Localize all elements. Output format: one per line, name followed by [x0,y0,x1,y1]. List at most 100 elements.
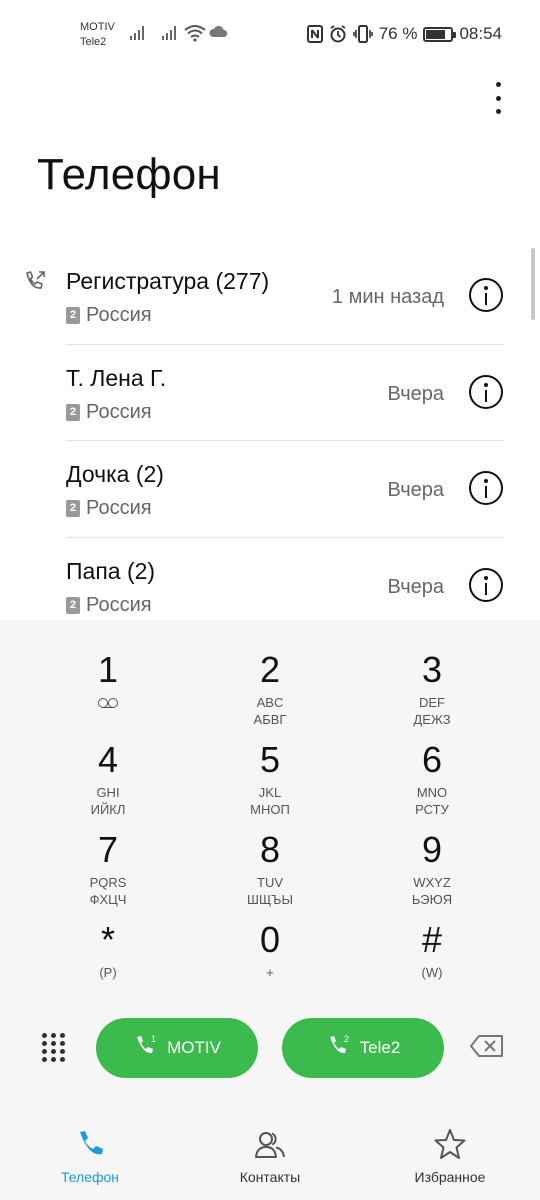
dialpad-key-1[interactable]: 1 [48,650,168,738]
more-options-icon[interactable] [486,80,510,116]
key-digit: 2 [259,649,281,690]
dialpad-key-4[interactable]: 4 GHI ИЙКЛ [48,740,168,828]
call-time: 1 мин назад [331,286,444,308]
dialpad-key-hash[interactable]: # (W) [372,920,492,1008]
dialpad-key-2[interactable]: 2 ABC АБВГ [210,650,330,738]
key-letters-cyrillic: ДЕЖЗ [413,712,451,727]
key-letters-latin: JKL [258,785,282,800]
voicemail-icon [98,698,118,708]
key-letters-latin: TUV [257,875,283,890]
signal-2-icon [162,26,176,40]
call-button-sim2-label: Tele2 [359,1038,401,1057]
call-sub-info: 2 Россия [66,594,152,617]
dialpad-key-9[interactable]: 9 WXYZ ЬЭЮЯ [372,830,492,918]
carrier-1: MOTIV [80,21,115,33]
cloud-icon [208,24,228,38]
dialpad-key-0[interactable]: 0 + [210,920,330,1008]
call-button-sim2[interactable]: 2 Tele2 [282,1018,444,1078]
dialpad-key-8[interactable]: 8 TUV ШЩЪЫ [210,830,330,918]
nav-label-phone: Телефон [60,1169,120,1185]
key-letters-cyrillic: ИЙКЛ [90,802,126,817]
dialpad-key-3[interactable]: 3 DEF ДЕЖЗ [372,650,492,738]
key-digit: 3 [421,649,443,690]
dialpad-toggle-icon[interactable] [40,1032,68,1064]
call-log-row[interactable]: Регистратура (277) 2 Россия 1 мин назад [0,248,540,345]
bottom-navigation: Телефон Контакты Избранное [0,1110,540,1200]
contacts-icon [254,1132,286,1164]
call-button-sim1[interactable]: 1 MOTIV [96,1018,258,1078]
carrier-names: MOTIV Tele2 [80,20,115,50]
key-letters-cyrillic: ШЩЪЫ [247,892,293,907]
key-digit: 4 [97,739,119,780]
info-icon[interactable] [469,374,503,409]
key-letters-latin: MNO [416,785,448,800]
key-digit: 6 [421,739,443,780]
dialpad-key-star[interactable]: * (P) [48,920,168,1008]
outgoing-call-icon [24,270,48,297]
key-digit: * [100,919,115,960]
key-digit: # [421,919,443,960]
carrier-2: Tele2 [80,36,107,48]
dialpad-key-7[interactable]: 7 PQRS ФХЦЧ [48,830,168,918]
dialpad-key-6[interactable]: 6 MNO РСТУ [372,740,492,828]
call-button-sim1-label: MOTIV [167,1038,221,1057]
key-letters-latin: GHI [96,785,120,800]
svg-text:2: 2 [344,1034,349,1044]
signal-1-icon [130,26,144,40]
call-time: Вчера [387,479,444,501]
key-letters-latin: + [266,965,274,980]
dialpad-key-5[interactable]: 5 JKL МНОП [210,740,330,828]
info-icon[interactable] [469,278,503,312]
call-time: Вчера [387,575,444,598]
call-log-list[interactable]: Регистратура (277) 2 Россия 1 мин назад Т. Л… [0,248,540,634]
sim-badge: 2 [66,596,80,614]
nav-label-contacts: Контакты [239,1169,301,1185]
call-location: Россия [86,400,152,423]
key-letters-latin: (P) [99,965,117,980]
svg-text:1: 1 [151,1034,156,1044]
status-bar: MOTIV Tele2 76 % 08:54 [0,0,540,70]
nav-tab-contacts[interactable]: Контакты [205,1128,335,1185]
call-sub-info: 2 Россия [66,401,152,424]
key-digit: 1 [97,649,119,690]
key-letters-cyrillic: АБВГ [253,712,287,727]
phone-sim2-icon: 2 [326,1034,352,1063]
info-icon[interactable] [469,567,503,602]
page-title: Телефон [37,150,221,199]
call-time: Вчера [387,382,444,405]
info-icon[interactable] [469,471,503,505]
key-digit: 7 [97,829,119,870]
contact-name: Дочка (2) [66,461,164,487]
key-digit: 0 [259,919,281,960]
star-icon [434,1129,466,1164]
scrollbar[interactable] [531,248,535,320]
alarm-icon [330,25,346,43]
sim-badge: 2 [66,500,80,517]
nav-tab-favorites[interactable]: Избранное [385,1128,515,1185]
nfc-icon [306,25,323,43]
phone-sim1-icon: 1 [133,1034,159,1063]
key-letters-cyrillic: ЬЭЮЯ [411,892,453,907]
wifi-icon [184,24,206,42]
contact-name: Папа (2) [66,557,156,584]
call-log-row[interactable]: Дочка (2) 2 Россия Вчера [0,441,540,538]
key-letters-latin: (W) [421,965,443,980]
nav-tab-phone[interactable]: Телефон [25,1128,155,1185]
key-letters-latin: PQRS [89,875,127,890]
battery-icon [423,26,457,42]
vibrate-icon [352,25,373,43]
call-sub-info: 2 Россия [66,497,152,520]
call-location: Россия [86,497,152,519]
key-letters-latin: DEF [419,695,445,710]
key-digit: 5 [259,739,281,780]
call-location: Россия [86,304,152,326]
phone-icon [74,1131,106,1164]
status-right: 76 % 08:54 [306,24,502,44]
clock: 08:54 [459,24,502,43]
call-log-row[interactable]: Т. Лена Г. 2 Россия Вчера [0,345,540,441]
backspace-icon[interactable] [470,1035,504,1062]
key-letters-latin: ABC [256,695,284,710]
sim-badge: 2 [66,307,80,324]
battery-percent: 76 % [378,24,418,43]
contact-name: Регистратура (277) [66,268,270,294]
